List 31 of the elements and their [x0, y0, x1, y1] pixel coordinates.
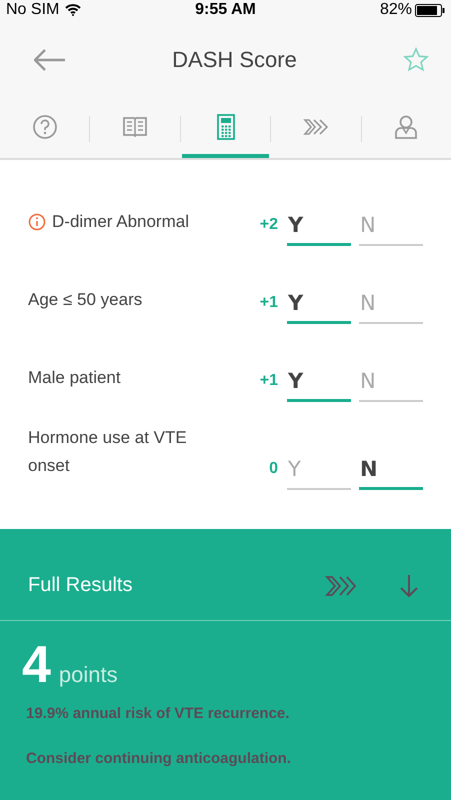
chevrons-icon[interactable] [325, 574, 359, 598]
score-unit: points [58, 662, 118, 688]
person-icon [393, 114, 420, 140]
full-results-title: Full Results [28, 574, 134, 597]
points-value: +1 [258, 372, 278, 391]
back-arrow-icon[interactable] [34, 49, 66, 71]
info-icon[interactable] [28, 213, 46, 231]
criterion-label: Hormone use at VTE onset [28, 427, 188, 477]
answer-option[interactable]: N [359, 450, 423, 490]
screen-title: DASH Score [172, 47, 297, 73]
result-text: 19.9% annual risk of VTE recurrence. [26, 705, 290, 722]
clock-time: 9:55 AM [195, 1, 256, 19]
battery-percent: 82% [380, 1, 412, 19]
down-arrow-icon[interactable] [399, 574, 419, 598]
battery-icon [414, 4, 445, 16]
carrier-label: No SIM [6, 1, 60, 19]
points-value: +1 [258, 294, 278, 313]
wifi-icon [65, 4, 82, 16]
score-value: 4 [22, 635, 51, 695]
result-text: Consider continuing anticoagulation. [26, 750, 292, 767]
star-icon[interactable] [403, 47, 429, 73]
criterion-label: Male patient [28, 367, 121, 389]
criterion-label: Age ≤ 50 years [28, 289, 142, 311]
points-value: 0 [268, 460, 278, 479]
help-icon [32, 114, 58, 140]
points-value: +2 [258, 216, 278, 235]
answer-option[interactable]: Y [287, 284, 351, 324]
criterion-label: D-dimer Abnormal [52, 211, 189, 233]
answer-option[interactable]: Y [287, 206, 351, 246]
book-icon [122, 114, 148, 140]
answer-option[interactable]: Y [287, 362, 351, 402]
